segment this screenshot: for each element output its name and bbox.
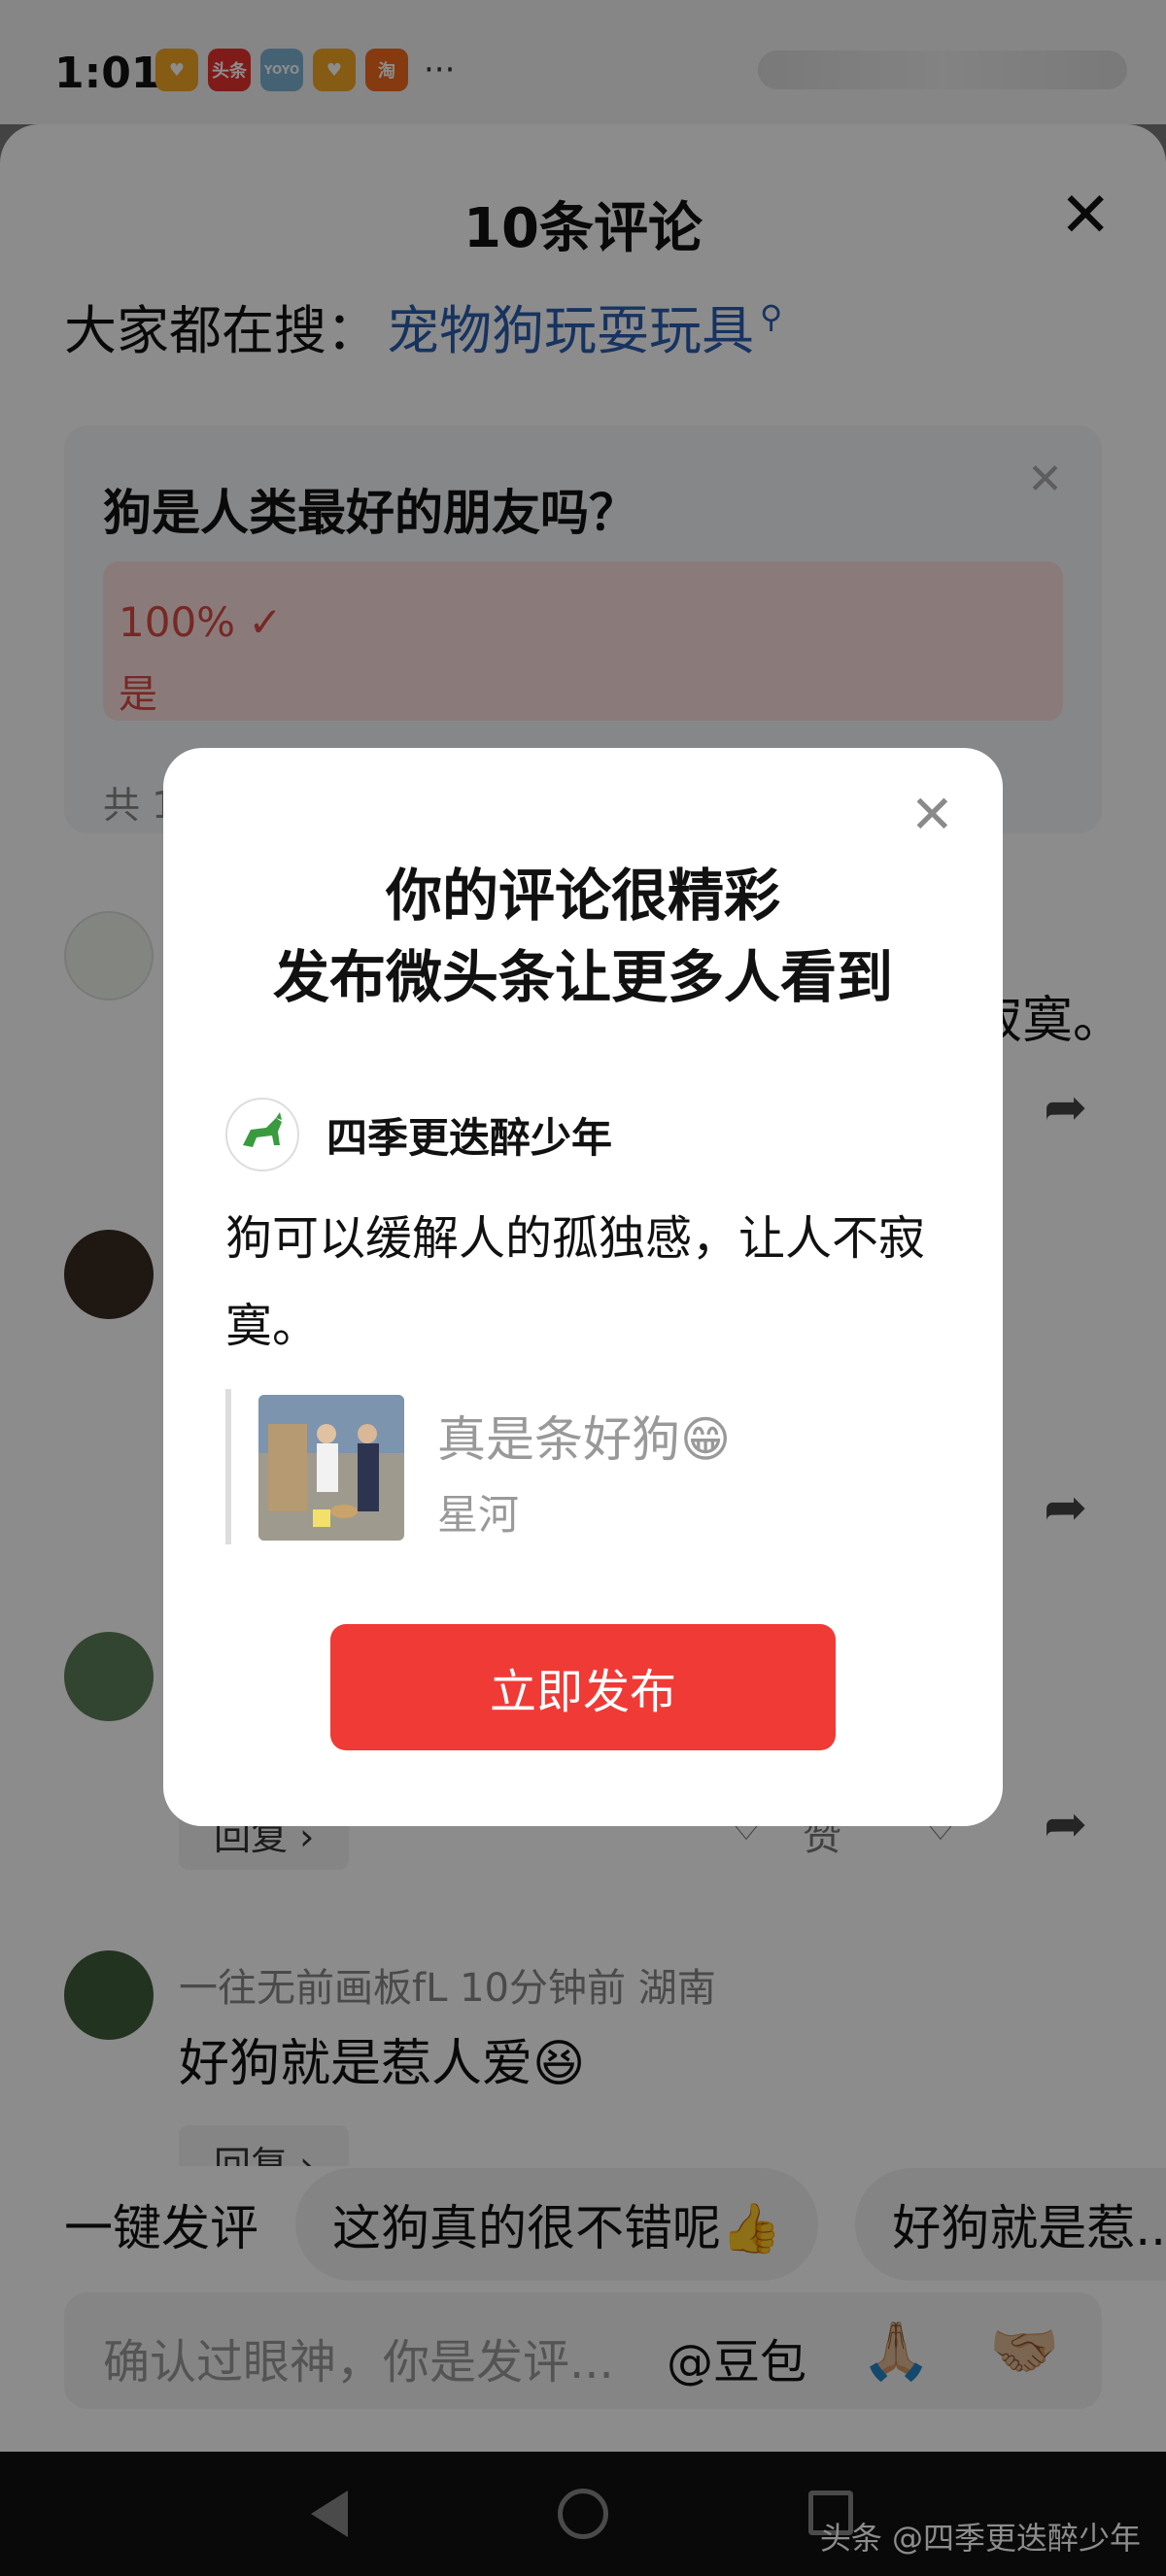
quoted-post: 真是条好狗😁 星河 bbox=[225, 1389, 906, 1544]
dialog-comment-text: 狗可以缓解人的孤独感，让人不寂寞。 bbox=[225, 1211, 926, 1353]
dialog-title-line2: 发布微头条让更多人看到 bbox=[272, 944, 893, 1010]
quoted-post-thumbnail bbox=[258, 1395, 404, 1541]
user-name: 四季更迭醉少年 bbox=[326, 1113, 613, 1162]
dialog-title-line1: 你的评论很精彩 bbox=[385, 863, 780, 929]
avatar bbox=[225, 1098, 299, 1171]
close-icon[interactable]: ✕ bbox=[910, 789, 954, 841]
horse-icon bbox=[243, 1112, 282, 1147]
quoted-post-author: 星河 bbox=[437, 1491, 520, 1539]
publish-dialog: ✕ 你的评论很精彩 发布微头条让更多人看到 四季更迭醉少年 狗可以缓解人的孤独感… bbox=[163, 748, 1003, 1826]
dialog-user: 四季更迭醉少年 bbox=[225, 1098, 612, 1171]
publish-now-button[interactable]: 立即发布 bbox=[330, 1624, 836, 1750]
dialog-title: 你的评论很精彩 发布微头条让更多人看到 bbox=[163, 855, 1003, 1018]
quoted-post-title: 真是条好狗😁 bbox=[437, 1411, 732, 1468]
